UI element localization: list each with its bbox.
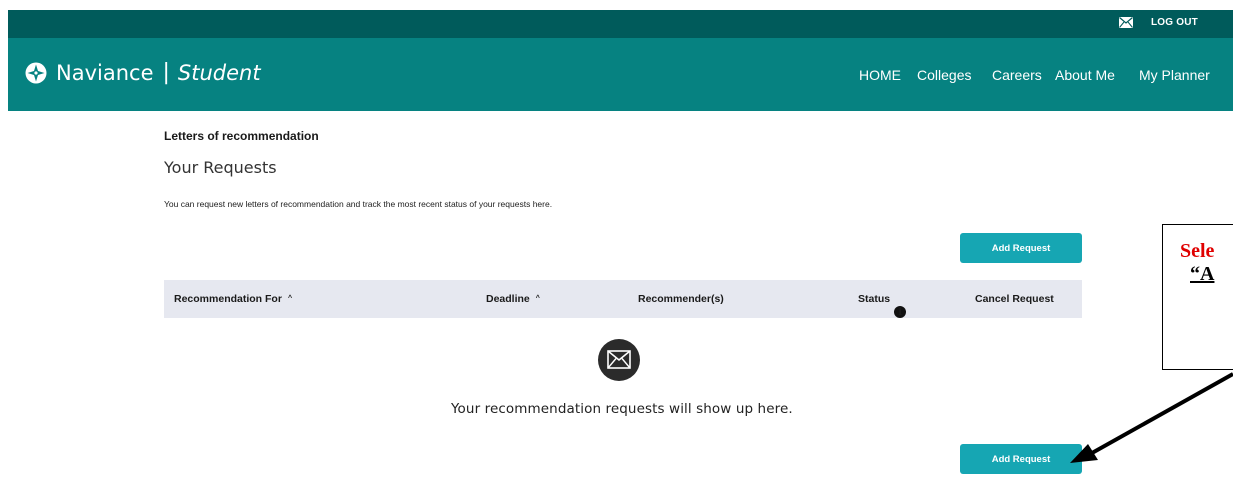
annotation-arrow bbox=[1070, 372, 1233, 463]
